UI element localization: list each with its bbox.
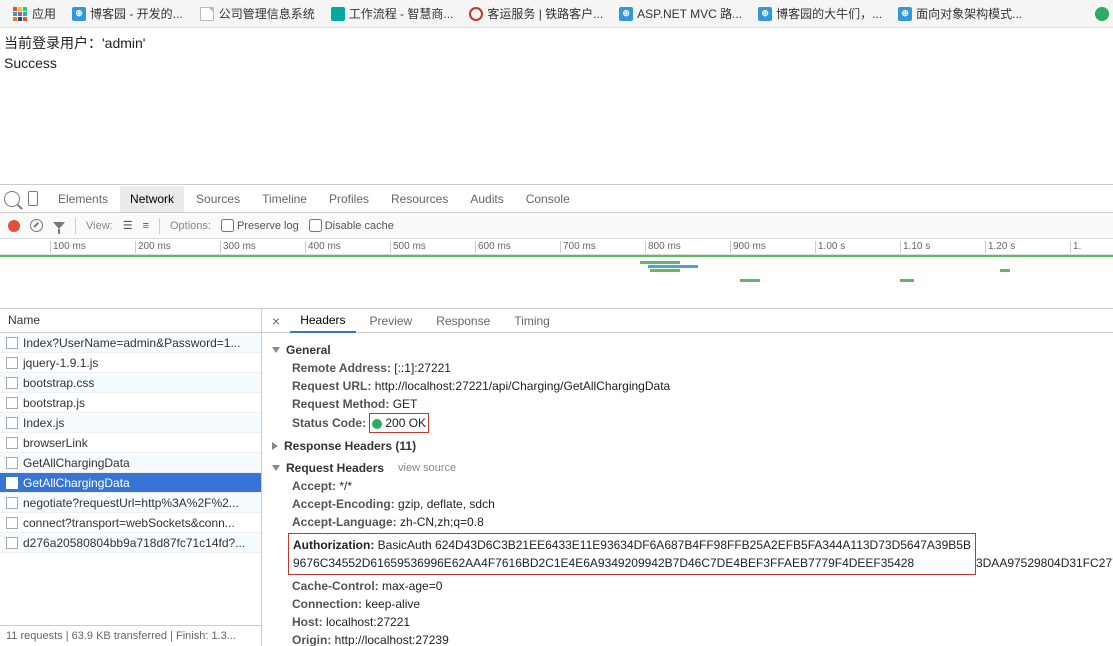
login-user-text: 当前登录用户：'admin' bbox=[4, 34, 1109, 54]
detail-tabs: × Headers Preview Response Timing bbox=[262, 309, 1113, 333]
favicon-icon: ⊕ bbox=[898, 7, 912, 21]
bookmark-4[interactable]: ⊕ASP.NET MVC 路... bbox=[613, 3, 748, 24]
status-code-highlight: 200 OK bbox=[369, 413, 429, 433]
request-row[interactable]: bootstrap.js bbox=[0, 393, 261, 413]
request-list: Name Index?UserName=admin&Password=1... … bbox=[0, 309, 262, 646]
tab-network[interactable]: Network bbox=[120, 186, 184, 212]
file-icon bbox=[6, 337, 18, 349]
file-icon bbox=[6, 457, 18, 469]
view-label: View: bbox=[86, 220, 113, 232]
file-icon bbox=[6, 477, 18, 489]
view-source-link[interactable]: view source bbox=[398, 460, 456, 477]
bookmark-5[interactable]: ⊕博客园的大牛们，... bbox=[752, 3, 888, 24]
devtools-body: Name Index?UserName=admin&Password=1... … bbox=[0, 309, 1113, 646]
request-row[interactable]: GetAllChargingData bbox=[0, 453, 261, 473]
timeline-bar bbox=[0, 255, 1113, 257]
favicon-icon: ⊕ bbox=[758, 7, 772, 21]
devtools-panel: Elements Network Sources Timeline Profil… bbox=[0, 184, 1113, 646]
tab-sources[interactable]: Sources bbox=[186, 186, 250, 212]
detail-tab-timing[interactable]: Timing bbox=[504, 310, 560, 332]
collapse-icon bbox=[272, 465, 280, 471]
status-dot-icon bbox=[1095, 7, 1109, 21]
network-toolbar: View: ☰ ≡ Options: Preserve log Disable … bbox=[0, 213, 1113, 239]
request-row[interactable]: Index.js bbox=[0, 413, 261, 433]
expand-icon bbox=[272, 442, 278, 450]
tab-resources[interactable]: Resources bbox=[381, 186, 458, 212]
file-icon bbox=[6, 497, 18, 509]
file-icon bbox=[6, 357, 18, 369]
network-timeline[interactable]: 100 ms 200 ms 300 ms 400 ms 500 ms 600 m… bbox=[0, 239, 1113, 309]
detail-tab-response[interactable]: Response bbox=[426, 310, 500, 332]
favicon-icon: ⊕ bbox=[619, 7, 633, 21]
request-headers-section[interactable]: Request Headersview source bbox=[272, 459, 1113, 477]
tab-profiles[interactable]: Profiles bbox=[319, 186, 379, 212]
apps-icon bbox=[12, 6, 28, 22]
file-icon bbox=[6, 437, 18, 449]
request-row[interactable]: bootstrap.css bbox=[0, 373, 261, 393]
bookmark-3[interactable]: 客运服务 | 铁路客户... bbox=[463, 3, 609, 24]
timeline-bar bbox=[650, 269, 680, 272]
search-icon[interactable] bbox=[4, 191, 20, 207]
close-detail-button[interactable]: × bbox=[266, 313, 286, 329]
timeline-bar bbox=[648, 265, 698, 268]
detail-tab-preview[interactable]: Preview bbox=[360, 310, 423, 332]
detail-tab-headers[interactable]: Headers bbox=[290, 309, 355, 333]
request-row[interactable]: Index?UserName=admin&Password=1... bbox=[0, 333, 261, 353]
favicon-icon: ⊕ bbox=[72, 7, 86, 21]
clear-button[interactable] bbox=[30, 219, 43, 232]
bookmark-6[interactable]: ⊕面向对象架构模式... bbox=[892, 3, 1028, 24]
file-icon bbox=[6, 397, 18, 409]
request-detail: × Headers Preview Response Timing Genera… bbox=[262, 309, 1113, 646]
device-icon[interactable] bbox=[28, 191, 38, 206]
view-small-icon[interactable]: ≡ bbox=[143, 220, 149, 232]
request-row[interactable]: browserLink bbox=[0, 433, 261, 453]
timeline-bar bbox=[640, 261, 680, 264]
tab-console[interactable]: Console bbox=[516, 186, 580, 212]
preserve-log-checkbox[interactable]: Preserve log bbox=[221, 219, 299, 232]
bookmark-1[interactable]: 公司管理信息系统 bbox=[193, 3, 321, 24]
request-row[interactable]: d276a20580804bb9a718d87fc71c14fd?... bbox=[0, 533, 261, 553]
request-list-header[interactable]: Name bbox=[0, 309, 261, 333]
detail-body[interactable]: General Remote Address: [::1]:27221 Requ… bbox=[262, 333, 1113, 646]
response-headers-section[interactable]: Response Headers (11) bbox=[272, 437, 1113, 455]
timeline-bar bbox=[740, 279, 760, 282]
bookmark-0[interactable]: ⊕博客园 - 开发的... bbox=[66, 3, 189, 24]
request-row[interactable]: negotiate?requestUrl=http%3A%2F%2... bbox=[0, 493, 261, 513]
file-icon bbox=[6, 417, 18, 429]
request-row[interactable]: connect?transport=webSockets&conn... bbox=[0, 513, 261, 533]
timeline-bar bbox=[900, 279, 914, 282]
apps-label: 应用 bbox=[32, 5, 56, 22]
file-icon bbox=[6, 377, 18, 389]
favicon-icon bbox=[199, 6, 215, 22]
devtools-tabs: Elements Network Sources Timeline Profil… bbox=[0, 185, 1113, 213]
bookmark-2[interactable]: 工作流程 - 智慧商... bbox=[325, 3, 460, 24]
authorization-highlight: Authorization: BasicAuth 624D43D6C3B21EE… bbox=[288, 533, 976, 575]
collapse-icon bbox=[272, 347, 280, 353]
disable-cache-checkbox[interactable]: Disable cache bbox=[309, 219, 394, 232]
view-large-icon[interactable]: ☰ bbox=[123, 219, 133, 232]
apps-button[interactable]: 应用 bbox=[6, 3, 62, 24]
general-section[interactable]: General bbox=[272, 341, 1113, 359]
options-label: Options: bbox=[170, 220, 211, 232]
status-dot-icon bbox=[372, 419, 382, 429]
filter-button[interactable] bbox=[53, 222, 65, 229]
bookmark-bar: 应用 ⊕博客园 - 开发的... 公司管理信息系统 工作流程 - 智慧商... … bbox=[0, 0, 1113, 28]
tab-audits[interactable]: Audits bbox=[460, 186, 513, 212]
request-status-bar: 11 requests | 63.9 KB transferred | Fini… bbox=[0, 625, 261, 646]
timeline-ruler: 100 ms 200 ms 300 ms 400 ms 500 ms 600 m… bbox=[0, 239, 1113, 255]
file-icon bbox=[6, 517, 18, 529]
favicon-icon bbox=[331, 7, 345, 21]
request-row[interactable]: jquery-1.9.1.js bbox=[0, 353, 261, 373]
record-button[interactable] bbox=[8, 220, 20, 232]
page-content: 当前登录用户：'admin' Success bbox=[0, 28, 1113, 184]
success-text: Success bbox=[4, 54, 1109, 74]
request-rows[interactable]: Index?UserName=admin&Password=1... jquer… bbox=[0, 333, 261, 625]
tab-timeline[interactable]: Timeline bbox=[252, 186, 317, 212]
favicon-icon bbox=[469, 7, 483, 21]
request-row-selected[interactable]: GetAllChargingData bbox=[0, 473, 261, 493]
timeline-bar bbox=[1000, 269, 1010, 272]
tab-elements[interactable]: Elements bbox=[48, 186, 118, 212]
file-icon bbox=[6, 537, 18, 549]
